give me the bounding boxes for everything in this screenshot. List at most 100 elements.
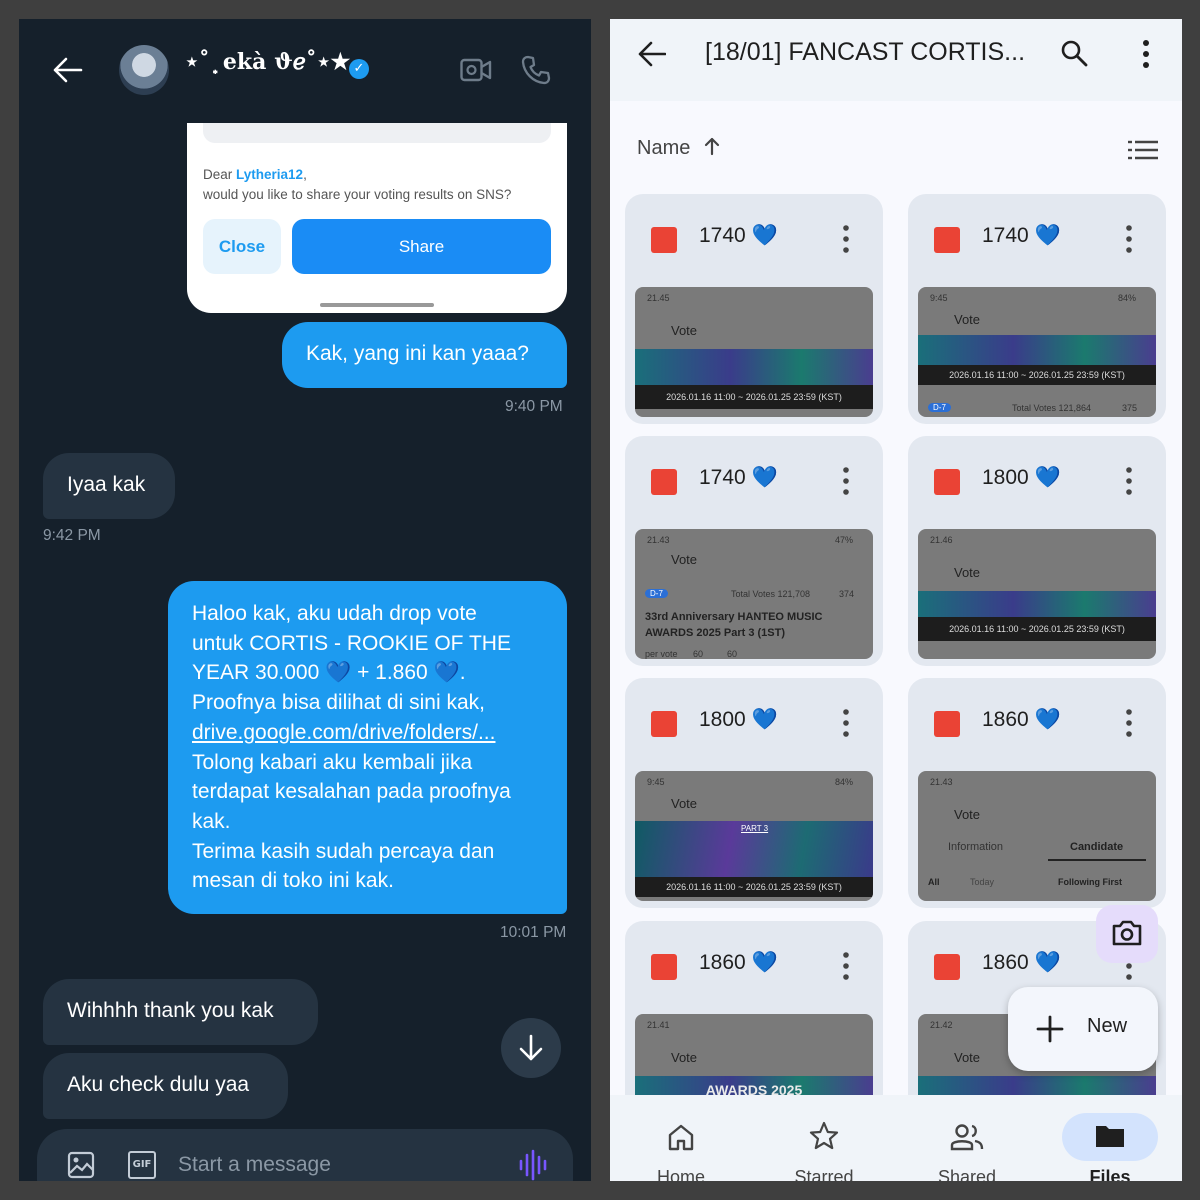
message-composer[interactable]: GIF Start a message — [37, 1129, 573, 1181]
file-more-icon[interactable] — [1124, 466, 1134, 496]
thumb-status: 9:45 — [647, 777, 665, 787]
file-more-icon[interactable] — [1124, 224, 1134, 254]
message-bubble-outgoing[interactable]: Kak, yang ini kan yaaa? — [282, 322, 567, 388]
file-tile[interactable]: 1740 💙 9:45 84% Vote 2026.01.16 11:00 ~ … — [908, 194, 1166, 424]
file-tile[interactable]: 1740 💙 21.43 47% Vote D-7 Total Votes 12… — [625, 436, 883, 666]
message-time: 9:40 PM — [505, 398, 563, 415]
message-line: Haloo kak, aku udah drop vote — [192, 602, 477, 625]
thumb-banner — [918, 591, 1156, 617]
file-tile[interactable]: 1740 💙 21.45 Vote 2026.01.16 11:00 ~ 202… — [625, 194, 883, 424]
message-bubble-incoming[interactable]: Iyaa kak — [43, 453, 175, 519]
scroll-down-button[interactable] — [501, 1018, 561, 1078]
thumb-date-range: 2026.01.16 11:00 ~ 2026.01.25 23:59 (KST… — [635, 877, 873, 897]
arrow-up-icon — [704, 137, 720, 156]
thumb-tab-underline — [1048, 859, 1146, 861]
bottom-navigation: Home Starred Shared Files — [610, 1095, 1182, 1181]
image-file-icon — [651, 711, 677, 737]
vote-share-card: Dear Lytheria12, would you like to share… — [187, 123, 567, 313]
message-bubble-incoming[interactable]: Wihhhh thank you kak — [43, 979, 318, 1045]
home-icon — [668, 1124, 694, 1151]
message-text: Aku check dulu yaa — [67, 1073, 250, 1096]
message-line: terdapat kesalahan pada proofnya — [192, 780, 511, 804]
gif-icon[interactable]: GIF — [128, 1151, 156, 1179]
video-call-icon[interactable] — [460, 57, 492, 83]
file-thumbnail: 21.45 Vote 2026.01.16 11:00 ~ 2026.01.25… — [635, 287, 873, 417]
thumb-banner — [918, 335, 1156, 365]
message-input[interactable]: Start a message — [178, 1153, 331, 1177]
contact-name[interactable]: ⋆˚ ͙̟ ekà ϑℯ˚⋆★ — [185, 49, 350, 75]
image-file-icon — [934, 469, 960, 495]
message-bubble-incoming[interactable]: Aku check dulu yaa — [43, 1053, 288, 1119]
thumb-status: 21.42 — [930, 1020, 953, 1030]
file-more-icon[interactable] — [1124, 708, 1134, 738]
card-comma: , — [303, 167, 307, 182]
thumb-status: 21.43 — [930, 777, 953, 787]
card-dear: Dear — [203, 167, 237, 182]
new-label: New — [1087, 1015, 1128, 1037]
verified-badge-icon: ✓ — [349, 59, 369, 79]
thumb-status: 21.43 — [647, 535, 670, 545]
image-file-icon — [934, 227, 960, 253]
file-name: 1740 💙 — [699, 466, 778, 489]
nav-starred[interactable]: Starred — [769, 1095, 879, 1181]
thumb-vote-value: 60 — [727, 649, 738, 659]
list-view-icon[interactable] — [1128, 140, 1158, 160]
nav-files[interactable]: Files — [1055, 1095, 1165, 1181]
nav-home[interactable]: Home — [626, 1095, 736, 1181]
search-icon[interactable] — [1060, 39, 1088, 67]
thumb-d-badge: D-7 — [928, 403, 951, 412]
folder-icon — [1096, 1126, 1124, 1147]
nav-label: Home — [656, 1167, 705, 1181]
message-line: Terima kasih sudah percaya dan — [192, 839, 495, 863]
thumb-d-badge: D-7 — [645, 589, 668, 598]
thumb-date-range: 2026.01.16 11:00 ~ 2026.01.25 23:59 (KST… — [918, 617, 1156, 641]
thumb-comments: 375 — [1122, 403, 1138, 413]
message-text: Kak, yang ini kan yaaa? — [306, 342, 529, 365]
thumb-battery: 84% — [1118, 293, 1137, 303]
back-arrow-icon[interactable] — [53, 57, 83, 83]
file-more-icon[interactable] — [841, 224, 851, 254]
message-text: Iyaa kak — [67, 473, 146, 496]
file-more-icon[interactable] — [841, 708, 851, 738]
phone-call-icon[interactable] — [521, 55, 551, 85]
back-arrow-icon[interactable] — [638, 41, 666, 67]
plus-icon — [1036, 1015, 1064, 1043]
thumb-vote-label: Vote — [954, 807, 981, 822]
file-tile[interactable]: 1800 💙 21.46 Vote 2026.01.16 11:00 ~ 202… — [908, 436, 1166, 666]
message-bubble-outgoing[interactable]: Haloo kak, aku udah drop vote untuk CORT… — [168, 581, 567, 914]
close-button[interactable]: Close — [203, 219, 281, 274]
more-options-icon[interactable] — [1140, 39, 1152, 69]
file-more-icon[interactable] — [841, 466, 851, 496]
file-thumbnail: 9:45 84% Vote PART 3 2026.01.16 11:00 ~ … — [635, 771, 873, 901]
people-icon — [950, 1124, 984, 1151]
voice-message-icon[interactable] — [518, 1149, 548, 1181]
nav-shared[interactable]: Shared — [912, 1095, 1022, 1181]
file-tile[interactable]: 1860 💙 21.43 Vote Information Candidate … — [908, 678, 1166, 908]
share-button[interactable]: Share — [292, 219, 551, 274]
file-more-icon[interactable] — [841, 951, 851, 981]
new-button[interactable]: New — [1008, 987, 1158, 1071]
thumb-status: 21.46 — [930, 535, 953, 545]
image-icon[interactable] — [67, 1151, 95, 1179]
folder-title: [18/01] FANCAST CORTIS... — [705, 38, 1026, 66]
image-file-icon — [934, 711, 960, 737]
card-message: Dear Lytheria12, would you like to share… — [203, 165, 511, 205]
sort-control[interactable]: Name — [637, 136, 720, 160]
file-name: 1860 💙 — [699, 951, 778, 974]
drive-link[interactable]: drive.google.com/drive/folders/... — [192, 718, 543, 748]
star-icon — [809, 1121, 839, 1150]
thumb-total-votes: Total Votes 121,708 — [731, 589, 811, 599]
thumb-vote-label: Vote — [954, 1050, 981, 1065]
thumb-filter: Today — [970, 877, 995, 887]
camera-scan-button[interactable] — [1096, 905, 1158, 963]
message-time: 9:42 PM — [43, 527, 101, 544]
file-tile[interactable]: 1800 💙 9:45 84% Vote PART 3 2026.01.16 1… — [625, 678, 883, 908]
message-line: untuk CORTIS - ROOKIE OF THE — [192, 631, 511, 655]
image-file-icon — [651, 469, 677, 495]
nav-label: Files — [1089, 1167, 1131, 1181]
thumb-battery: 47% — [835, 535, 854, 545]
file-name: 1740 💙 — [982, 224, 1061, 247]
message-text: Wihhhh thank you kak — [67, 999, 274, 1022]
file-name: 1860 💙 — [982, 951, 1061, 974]
avatar[interactable] — [119, 45, 169, 95]
